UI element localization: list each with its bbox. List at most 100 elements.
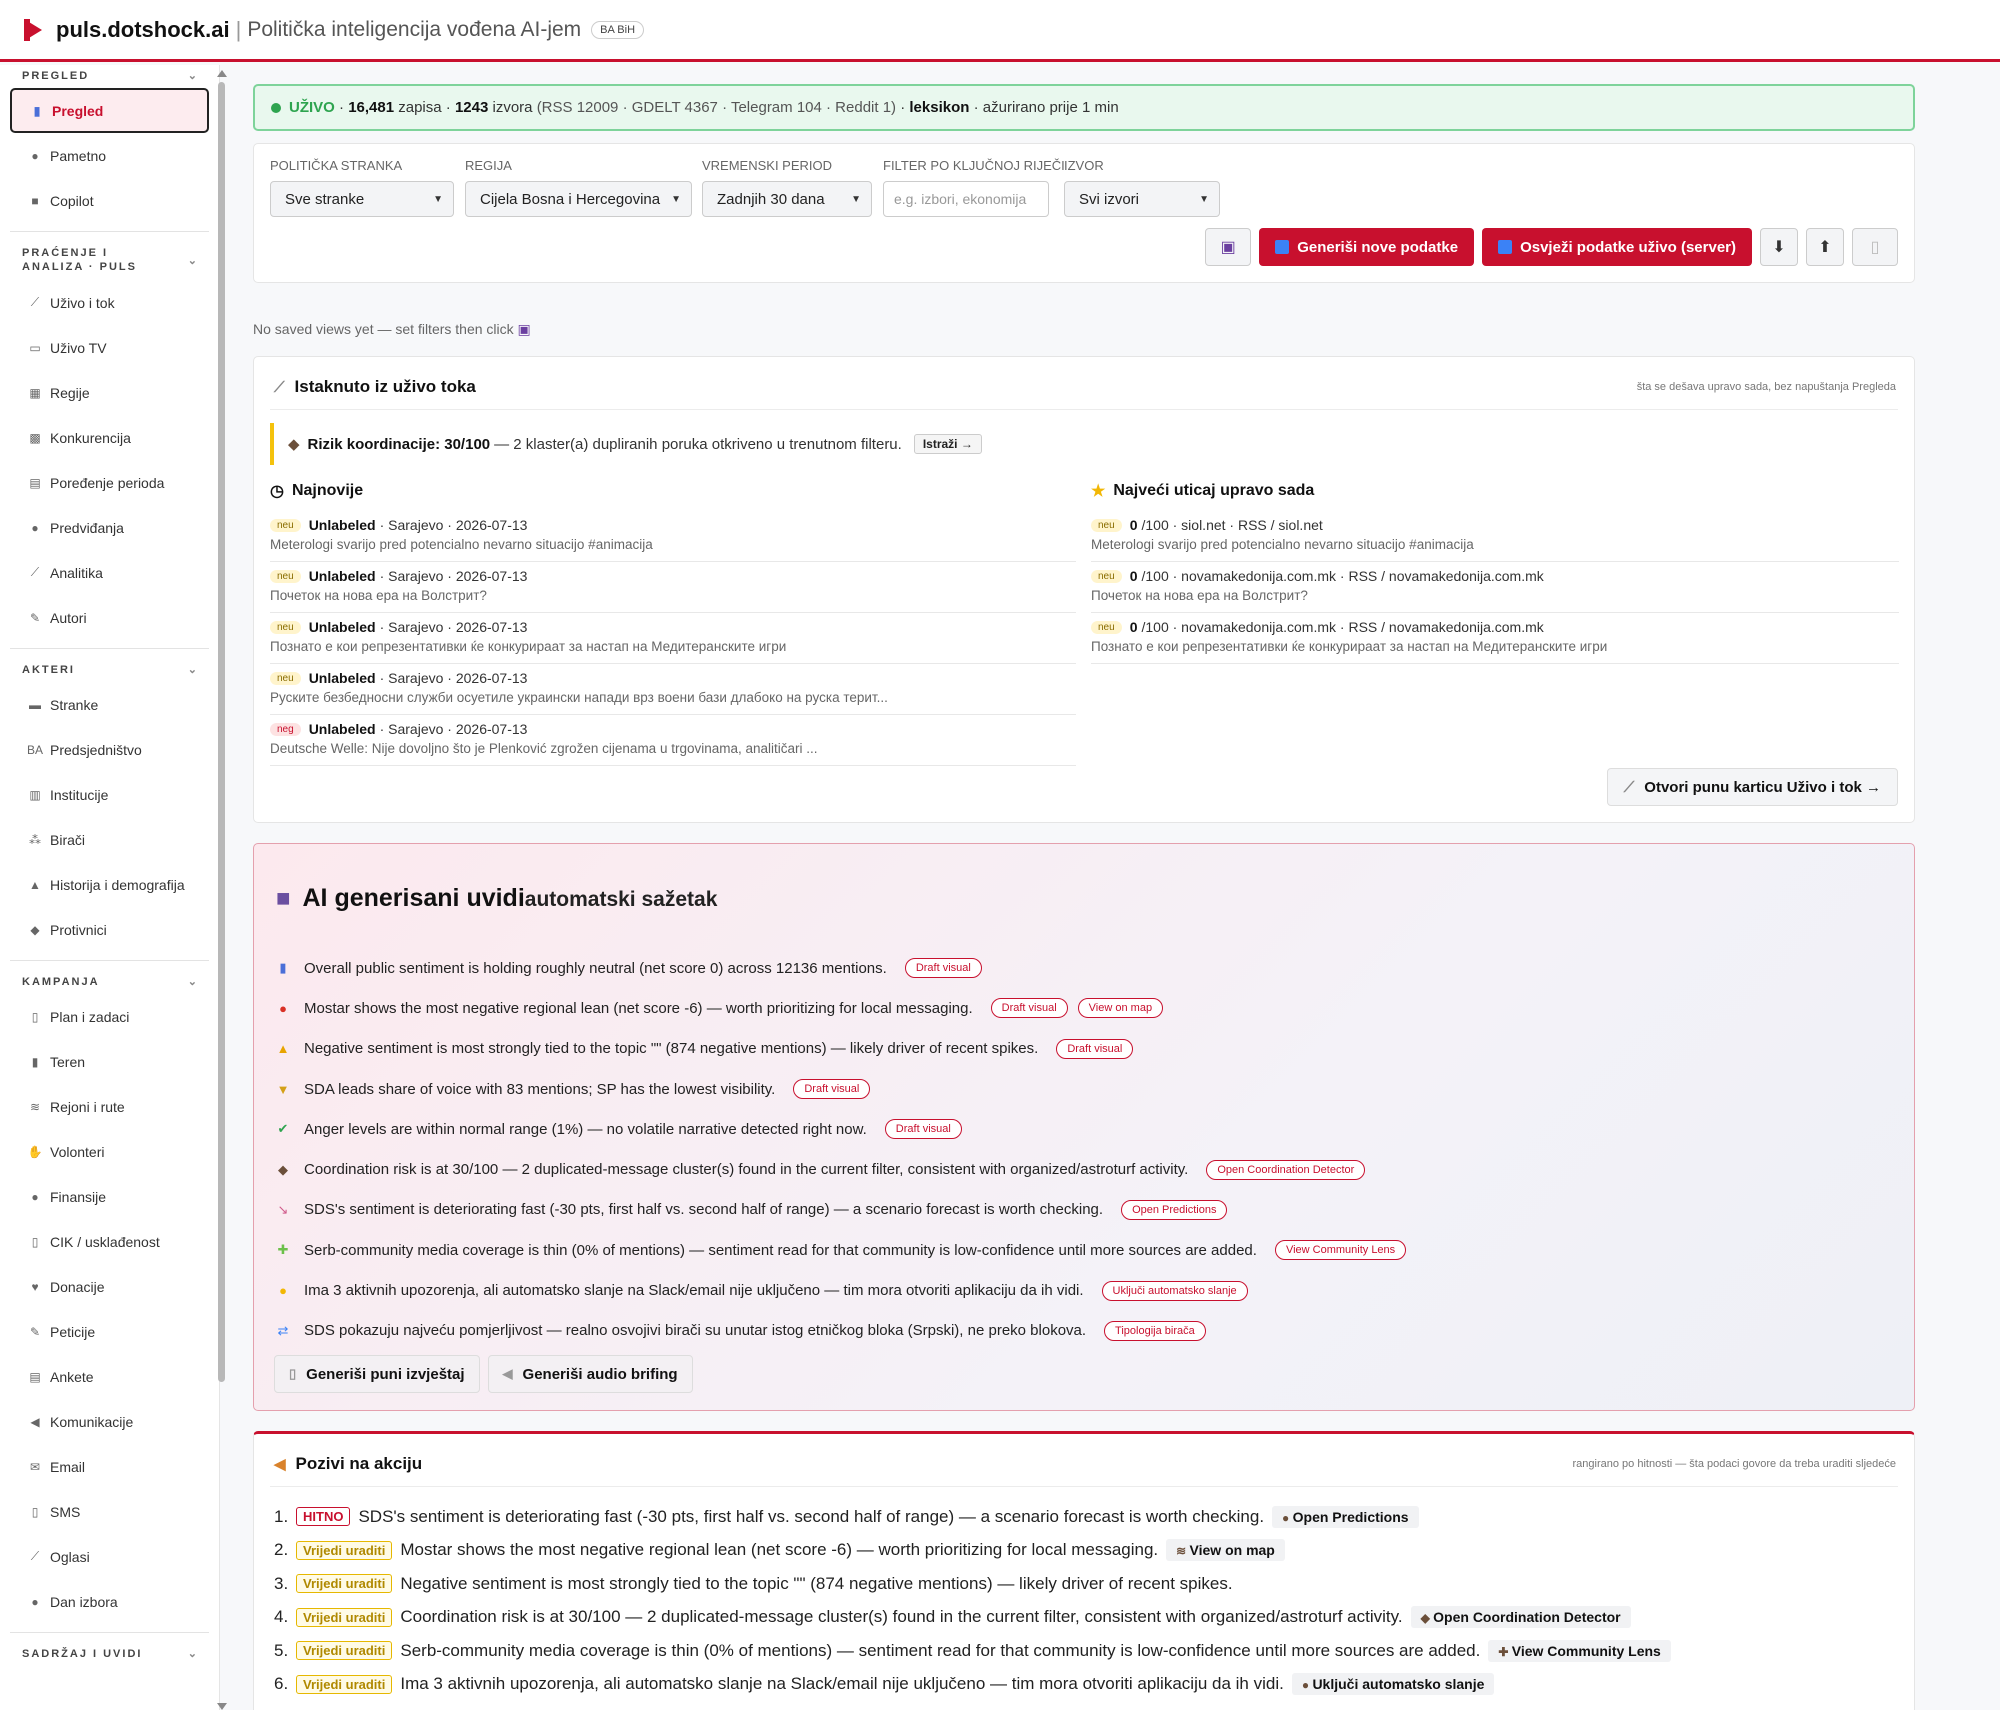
generate-data-label: Generiši nove podatke: [1297, 238, 1459, 256]
sidebar-item-teren[interactable]: ▮ Teren: [0, 1039, 219, 1084]
sidebar-item-volonteri[interactable]: ✋ Volonteri: [0, 1129, 219, 1174]
chevron-down-icon: ⌄: [187, 664, 197, 676]
sidebar-item-donacije[interactable]: ♥ Donacije: [0, 1264, 219, 1309]
headline: Meterologi svarijo pred potencialno neva…: [270, 537, 653, 552]
impact-item[interactable]: neu 0/100 · siol.net · RSS / siol.net Mete…: [1091, 511, 1899, 562]
open-live-stream-button[interactable]: ⟋ Otvori punu karticu Uživo i tok →: [1606, 768, 1898, 806]
sidebar-item-predvi-anja[interactable]: ● Predviđanja: [0, 505, 219, 550]
sidebar-item-historija-i-demografija[interactable]: ▲ Historija i demografija: [0, 862, 219, 907]
sidebar-item-copilot[interactable]: ■ Copilot: [0, 178, 219, 223]
draft-visual-button[interactable]: Draft visual: [884, 1119, 962, 1140]
view-on-map-button[interactable]: View on map: [1077, 998, 1164, 1019]
sidebar-item-rejoni-i-rute[interactable]: ≋ Rejoni i rute: [0, 1084, 219, 1129]
latest-item[interactable]: neg Unlabeled · Sarajevo · 2026-07-13 Deuts…: [270, 715, 1076, 766]
view-on-map-button[interactable]: ≋ View on map: [1166, 1539, 1285, 1562]
sidebar-item-biraci[interactable]: ⁂ Birači: [0, 817, 219, 862]
feed-item-meta: neu 0/100 · novamakedonija.com.mk · RSS /…: [1091, 568, 1899, 584]
sidebar-item-pametno[interactable]: ● Pametno: [0, 133, 219, 178]
sidebar-section-header[interactable]: KAMPANJA ⌄: [0, 975, 219, 989]
region-select[interactable]: Cijela Bosna i Hercegovina ▼: [465, 181, 692, 217]
sidebar-item-komunikacije[interactable]: ◀ Komunikacije: [0, 1399, 219, 1444]
sidebar-item-autori[interactable]: ✎ Autori: [0, 595, 219, 640]
sidebar-section-title: AKTERI: [22, 663, 75, 676]
sidebar-item-uzivo-i-tok[interactable]: ⟋ Uživo i tok: [0, 280, 219, 325]
source-select[interactable]: Svi izvori ▼: [1064, 181, 1220, 217]
sidebar-item-konkurencija[interactable]: ▩ Konkurencija: [0, 415, 219, 460]
sidebar-item-analitika[interactable]: ⟋ Analitika: [0, 550, 219, 595]
party-select[interactable]: Sve stranke ▼: [270, 181, 454, 217]
sidebar-item-dan-izbora[interactable]: ● Dan izbora: [0, 1579, 219, 1624]
scrollbar-thumb[interactable]: [218, 82, 225, 1382]
open-coordination-detector-button[interactable]: Open Coordination Detector: [1206, 1159, 1366, 1180]
headline: Почеток на нова ера на Волстрит?: [1091, 588, 1308, 603]
robot-icon: ■: [276, 885, 291, 912]
sidebar-item-label: Uživo i tok: [50, 294, 115, 311]
sidebar-item-sms[interactable]: ▯ SMS: [0, 1489, 219, 1534]
sidebar-item-ankete[interactable]: ▤ Ankete: [0, 1354, 219, 1399]
latest-list: neu Unlabeled · Sarajevo · 2026-07-13 Meter…: [270, 511, 1076, 766]
view-community-lens-button[interactable]: View Community Lens: [1274, 1240, 1407, 1261]
investigate-button[interactable]: Istraži →: [913, 434, 982, 454]
latest-item[interactable]: neu Unlabeled · Sarajevo · 2026-07-13 Meter…: [270, 511, 1076, 562]
sidebar-item-regije[interactable]: ▦ Regije: [0, 370, 219, 415]
generate-data-button[interactable]: Generiši nove podatke: [1259, 228, 1475, 266]
sidebar-item-peticije[interactable]: ✎ Peticije: [0, 1309, 219, 1354]
insight-row: ▮ Overall public sentiment is holding rou…: [274, 948, 1894, 988]
action-number: 4.: [274, 1607, 289, 1627]
sidebar-item-pregled[interactable]: ▮ Pregled: [10, 88, 209, 133]
generate-audio-button[interactable]: ◀ Generiši audio brifing: [487, 1355, 693, 1393]
ukljuci-automatsko-slanje-button[interactable]: ● Uključi automatsko slanje: [1291, 1673, 1495, 1696]
sidebar-item-predsjednistvo[interactable]: BA Predsjedništvo: [0, 727, 219, 772]
action-button-label: Uključi automatsko slanje: [1312, 1676, 1485, 1693]
draft-visual-button[interactable]: Draft visual: [904, 958, 982, 979]
export-button[interactable]: ▯: [1852, 228, 1898, 266]
download-button[interactable]: ⬇: [1760, 228, 1798, 266]
sidebar-item-protivnici[interactable]: ◆ Protivnici: [0, 907, 219, 952]
sidebar-item-finansije[interactable]: ● Finansije: [0, 1174, 219, 1219]
sidebar-item-cik-uskla-enost[interactable]: ▯ CIK / usklađenost: [0, 1219, 219, 1264]
impact-item[interactable]: neu 0/100 · novamakedonija.com.mk · RSS /…: [1091, 562, 1899, 613]
sidebar-item-institucije[interactable]: ▥ Institucije: [0, 772, 219, 817]
sidebar-section-header[interactable]: SADRŽAJ I UVIDI ⌄: [0, 1647, 219, 1661]
draft-visual-button[interactable]: Draft visual: [1056, 1038, 1134, 1059]
sidebar-item-uzivo-tv[interactable]: ▭ Uživo TV: [0, 325, 219, 370]
view-community-lens-button[interactable]: ✚ View Community Lens: [1488, 1639, 1671, 1662]
latest-item[interactable]: neu Unlabeled · Sarajevo · 2026-07-13 Почет…: [270, 562, 1076, 613]
action-button-label: Open Coordination Detector: [1433, 1609, 1621, 1626]
open-coordination-detector-button[interactable]: ◆ Open Coordination Detector: [1410, 1606, 1631, 1629]
insight-row: ✚ Serb-community media coverage is thin (…: [274, 1230, 1894, 1270]
draft-visual-button[interactable]: Draft visual: [990, 998, 1068, 1019]
tipologija-biraca-button[interactable]: Tipologija birača: [1104, 1320, 1206, 1341]
sidebar-section-header[interactable]: AKTERI ⌄: [0, 663, 219, 677]
sidebar-section-header[interactable]: PRAĆENJE I ANALIZA · PULS ⌄: [0, 246, 219, 274]
headline: Познато е кои репрезентативки ќе конкури…: [270, 639, 787, 654]
period-select[interactable]: Zadnjih 30 dana ▼: [702, 181, 872, 217]
latest-item[interactable]: neu Unlabeled · Sarajevo · 2026-07-13 Руски…: [270, 664, 1076, 715]
save-view-button[interactable]: ▣: [1205, 228, 1252, 266]
sidebar-item-email[interactable]: ✉ Email: [0, 1444, 219, 1489]
action-button-label: View Community Lens: [1511, 1642, 1661, 1659]
open-predictions-button[interactable]: Open Predictions: [1121, 1199, 1228, 1220]
clipboard-icon: ▯: [31, 1009, 39, 1024]
draft-visual-button[interactable]: Draft visual: [793, 1079, 871, 1100]
sidebar-section-header[interactable]: PREGLED ⌄: [0, 69, 219, 83]
open-predictions-button[interactable]: ● Open Predictions: [1272, 1505, 1419, 1528]
upload-button[interactable]: ⬆: [1806, 228, 1844, 266]
scroll-up-arrow-icon[interactable]: [217, 70, 227, 77]
sidebar-item-oglasi[interactable]: ⟋ Oglasi: [0, 1534, 219, 1579]
highlights-title-text: Istaknuto iz uživo toka: [294, 377, 476, 396]
generate-report-button[interactable]: ▯ Generiši puni izvještaj: [274, 1355, 480, 1393]
sidebar-scrollbar[interactable]: [216, 70, 227, 1710]
check-icon: ✔: [277, 1121, 289, 1137]
sidebar-item-plan-i-zadaci[interactable]: ▯ Plan i zadaci: [0, 994, 219, 1039]
scroll-down-arrow-icon[interactable]: [217, 1703, 227, 1710]
ukljuci-automatsko-slanje-button[interactable]: Uključi automatsko slanje: [1101, 1280, 1248, 1301]
refresh-live-button[interactable]: Osvježi podatke uživo (server): [1482, 228, 1752, 266]
sidebar-item-stranke[interactable]: ▬ Stranke: [0, 682, 219, 727]
impact-item[interactable]: neu 0/100 · novamakedonija.com.mk · RSS /…: [1091, 613, 1899, 664]
latest-item[interactable]: neu Unlabeled · Sarajevo · 2026-07-13 Позна…: [270, 613, 1076, 664]
brand-name[interactable]: puls.dotshock.ai: [56, 17, 230, 43]
keyword-input[interactable]: e.g. izbori, ekonomija: [883, 181, 1049, 217]
sidebar-item-label: Protivnici: [50, 921, 107, 938]
sidebar-item-pore-enje-perioda[interactable]: ▤ Poređenje perioda: [0, 460, 219, 505]
